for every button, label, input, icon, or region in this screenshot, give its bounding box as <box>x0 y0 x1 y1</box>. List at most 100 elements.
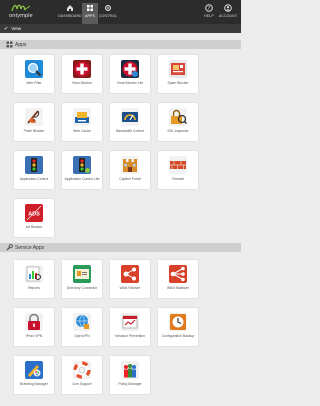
service-tile-openvpn[interactable]: OpenVPN <box>62 308 102 346</box>
service-tile-intrusion-prevention[interactable]: Intrusion Prevention <box>110 308 150 346</box>
app-label: Directory Connector <box>66 286 98 290</box>
app-label: Live Support <box>72 382 92 386</box>
traffic-light-icon <box>25 156 43 174</box>
app-label: Phish Blocker <box>23 129 45 133</box>
app-label: Bandwidth Control <box>116 129 144 133</box>
gauge-icon <box>121 108 139 126</box>
padlock-icon <box>25 313 43 331</box>
medical-cross-icon <box>73 60 91 78</box>
nav-account[interactable]: ACCOUNT <box>219 3 237 21</box>
app-tile-captive-portal[interactable]: Captive Portal <box>110 151 150 189</box>
app-label: Intrusion Prevention <box>114 334 146 338</box>
app-label: Web Filter <box>26 81 42 85</box>
app-tile-firewall[interactable]: Firewall <box>158 151 198 189</box>
apps-grid-icon <box>87 5 93 11</box>
nav-apps-label: APPS <box>85 14 95 18</box>
report-magnifier-icon <box>25 265 43 283</box>
service-tile-wan-balancer[interactable]: WAN Balancer <box>158 260 198 298</box>
account-icon <box>224 4 232 12</box>
nav-account-label: ACCOUNT <box>218 14 238 18</box>
nav-help-label: HELP <box>204 14 214 18</box>
app-tile-phish-blocker[interactable]: Phish Blocker <box>14 103 54 141</box>
app-label: SSL Inspector <box>167 129 189 133</box>
app-label: WAN Balancer <box>166 286 190 290</box>
brand-logo[interactable]: ontymple <box>9 3 43 21</box>
app-tile-web-cache[interactable]: Web Cache <box>62 103 102 141</box>
top-navigation-bar: ontymple DASHBOARD APPS CONTROL ? HELP A… <box>0 0 241 27</box>
service-tile-configuration-backup[interactable]: Configuration Backup <box>158 308 198 346</box>
traffic-light-icon <box>73 156 91 174</box>
app-tile-spam-blocker[interactable]: Spam Blocker <box>158 55 198 93</box>
app-tile-bandwidth-control[interactable]: Bandwidth Control <box>110 103 150 141</box>
nav-help[interactable]: ? HELP <box>203 3 215 21</box>
postcard-icon <box>169 60 187 78</box>
lifebuoy-icon <box>73 361 91 379</box>
service-tile-live-support[interactable]: Live Support <box>62 356 102 394</box>
logo-mark-icon <box>11 4 31 12</box>
id-card-icon <box>73 265 91 283</box>
app-tile-virus-blocker[interactable]: Virus Blocker <box>62 55 102 93</box>
app-label: OpenVPN <box>74 334 90 338</box>
app-label: Branding Manager <box>20 382 48 386</box>
service-tile-directory-connector[interactable]: Directory Connector <box>62 260 102 298</box>
castle-icon <box>121 156 139 174</box>
app-label: Captive Portal <box>119 177 141 181</box>
service-tile-branding-manager[interactable]: Branding Manager <box>14 356 54 394</box>
app-tile-application-control-lite[interactable]: Application Control Lite <box>62 151 102 189</box>
brush-palette-icon <box>25 361 43 379</box>
nav-dashboard-label: DASHBOARD <box>58 14 82 18</box>
service-apps-section-title: Service Apps <box>15 244 45 251</box>
service-apps-section-header: Service Apps <box>0 243 241 252</box>
network-split-icon <box>121 265 139 283</box>
service-tile-wan-failover[interactable]: WAN Failover <box>110 260 150 298</box>
chevron-down-icon: ✔ <box>4 25 9 32</box>
app-label: Configuration Backup <box>161 334 195 338</box>
globe-lock-icon <box>73 313 91 331</box>
app-label: Firewall <box>172 177 184 181</box>
view-bar[interactable]: ✔ View <box>0 24 241 33</box>
printer-stack-icon <box>73 108 91 126</box>
apps-section-icon <box>6 41 13 48</box>
app-tile-ad-blocker[interactable]: ADS Ad Blocker <box>14 199 54 237</box>
app-label: WAN Failover <box>119 286 141 290</box>
app-label: Ad Blocker <box>25 225 43 229</box>
app-label: Application Control Lite <box>64 177 100 181</box>
nav-control[interactable]: CONTROL <box>99 3 117 21</box>
people-group-icon <box>121 361 139 379</box>
help-icon: ? <box>205 4 213 12</box>
apps-section-header: Apps <box>0 40 241 49</box>
app-label: Virus Blocker Lite <box>116 81 144 85</box>
nav-dashboard[interactable]: DASHBOARD <box>58 3 82 21</box>
fishing-hook-icon <box>25 108 43 126</box>
app-tile-ssl-inspector[interactable]: SSL Inspector <box>158 103 198 141</box>
lock-scan-icon <box>169 108 187 126</box>
app-label: IPsec VPN <box>25 334 43 338</box>
app-label: Spam Blocker <box>167 81 189 85</box>
nav-apps[interactable]: APPS <box>82 3 98 27</box>
app-label: Policy Manager <box>118 382 142 386</box>
brick-wall-icon <box>169 156 187 174</box>
home-icon <box>67 5 73 11</box>
medical-cross-icon <box>121 60 139 78</box>
dashboard-alarm-icon <box>121 313 139 331</box>
view-label: View <box>11 26 22 31</box>
ads-block-icon: ADS <box>25 204 43 222</box>
app-label: Application Control <box>19 177 49 181</box>
network-tree-icon <box>169 265 187 283</box>
app-tile-web-filter[interactable]: Web Filter <box>14 55 54 93</box>
brand-name: ontymple <box>9 13 33 19</box>
svg-text:?: ? <box>208 6 211 12</box>
settings-icon <box>104 4 112 12</box>
service-tile-ipsec-vpn[interactable]: IPsec VPN <box>14 308 54 346</box>
service-tile-reports[interactable]: Reports <box>14 260 54 298</box>
service-tile-policy-manager[interactable]: Policy Manager <box>110 356 150 394</box>
app-tile-application-control[interactable]: Application Control <box>14 151 54 189</box>
app-label: Virus Blocker <box>72 81 92 85</box>
apps-section-title: Apps <box>15 41 27 48</box>
app-label: Reports <box>28 286 40 290</box>
app-label: Web Cache <box>73 129 91 133</box>
clock-icon <box>169 313 187 331</box>
magnifier-icon <box>25 60 43 78</box>
app-tile-virus-blocker-lite[interactable]: Virus Blocker Lite <box>110 55 150 93</box>
wrench-icon <box>6 244 13 251</box>
